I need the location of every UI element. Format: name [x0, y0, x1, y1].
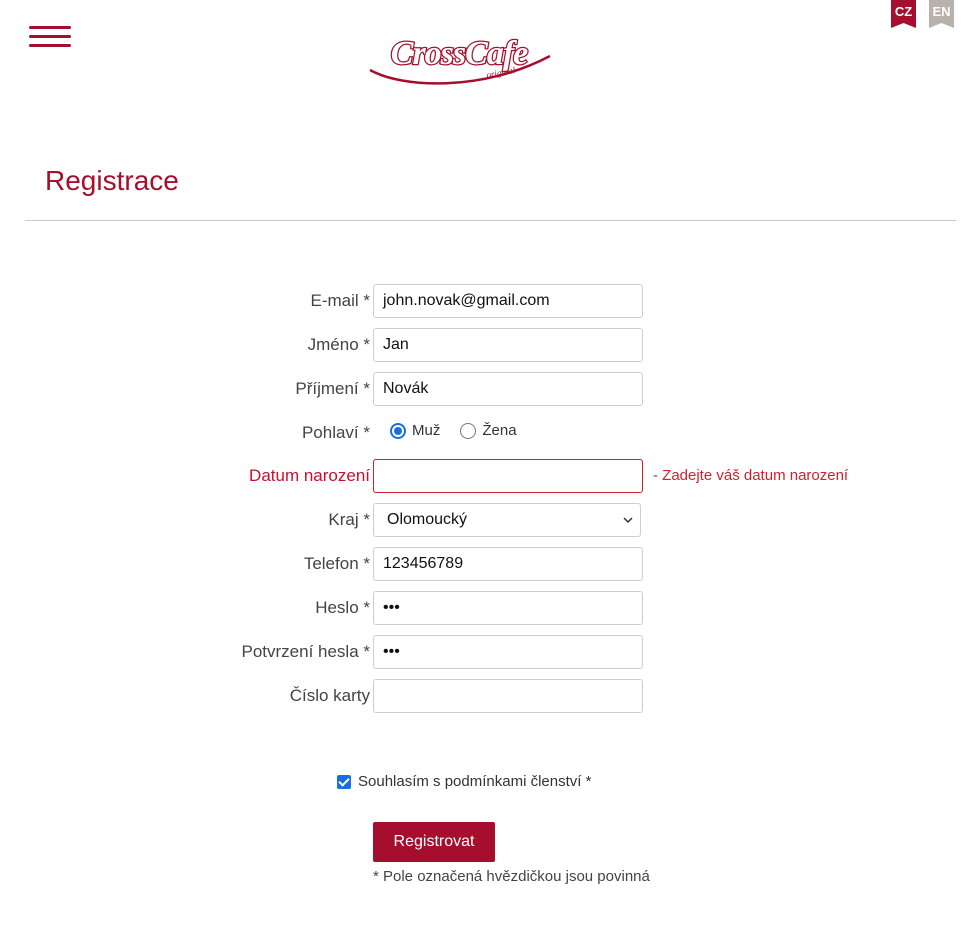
chevron-down-icon — [623, 517, 633, 524]
gender-row: Pohlaví * Muž Žena — [0, 416, 980, 450]
menu-bar-middle — [29, 35, 71, 38]
password-label: Heslo * — [315, 598, 370, 617]
first-name-label: Jméno * — [307, 335, 370, 354]
last-name-field[interactable]: Novák — [373, 372, 643, 406]
gender-label-female[interactable]: Žena — [482, 422, 516, 439]
page-title: Registrace — [45, 165, 179, 196]
region-selected-value: Olomoucký — [387, 511, 468, 528]
title-divider — [25, 220, 956, 221]
consent-label[interactable]: Souhlasím s podmínkami členství * — [358, 773, 591, 790]
last-name-label: Příjmení * — [295, 379, 370, 398]
password-confirm-label: Potvrzení hesla * — [241, 642, 370, 661]
first-name-field[interactable]: Jan — [373, 328, 643, 362]
language-cz[interactable]: CZ — [891, 0, 916, 28]
password-confirm-row: Potvrzení hesla * ••• — [0, 635, 980, 669]
crosscafe-logo[interactable]: CrossCafe original — [362, 26, 556, 90]
phone-field[interactable]: 123456789 — [373, 547, 643, 581]
birth-date-field[interactable] — [373, 459, 643, 493]
region-label: Kraj * — [328, 510, 370, 529]
birth-date-row: Datum narození - Zadejte váš datum naroz… — [0, 459, 980, 493]
phone-row: Telefon * 123456789 — [0, 547, 980, 581]
card-number-label: Číslo karty — [289, 686, 370, 705]
last-name-row: Příjmení * Novák — [0, 372, 980, 406]
first-name-row: Jméno * Jan — [0, 328, 980, 362]
gender-label: Pohlaví * — [301, 423, 370, 442]
email-row: E-mail * john.novak@gmail.com — [0, 284, 980, 318]
card-number-field[interactable] — [373, 679, 643, 713]
gender-label-male[interactable]: Muž — [412, 422, 440, 439]
email-label: E-mail * — [310, 291, 370, 310]
gender-radio-male[interactable] — [390, 422, 406, 439]
language-en[interactable]: EN — [929, 0, 954, 28]
required-fields-note: * Pole označená hvězdičkou jsou povinná — [373, 868, 650, 885]
consent-row: Souhlasím s podmínkami členství * — [337, 773, 591, 790]
region-select[interactable]: Olomoucký — [373, 503, 641, 537]
birth-date-error: - Zadejte váš datum narození — [653, 467, 849, 484]
menu-bar-bottom — [29, 44, 71, 47]
email-field[interactable]: john.novak@gmail.com — [373, 284, 643, 318]
register-button[interactable]: Registrovat — [373, 822, 495, 862]
gender-radio-group: Muž Žena — [390, 422, 537, 439]
consent-checkbox[interactable] — [337, 774, 351, 789]
menu-bar-top — [29, 26, 71, 29]
password-row: Heslo * ••• — [0, 591, 980, 625]
birth-date-label: Datum narození — [249, 466, 370, 485]
password-confirm-field[interactable]: ••• — [373, 635, 643, 669]
gender-radio-female[interactable] — [460, 422, 477, 439]
card-number-row: Číslo karty — [0, 679, 980, 713]
region-row: Kraj * Olomoucký — [0, 503, 980, 537]
menu-icon[interactable] — [29, 26, 71, 48]
phone-label: Telefon * — [303, 554, 370, 573]
password-field[interactable]: ••• — [373, 591, 643, 625]
